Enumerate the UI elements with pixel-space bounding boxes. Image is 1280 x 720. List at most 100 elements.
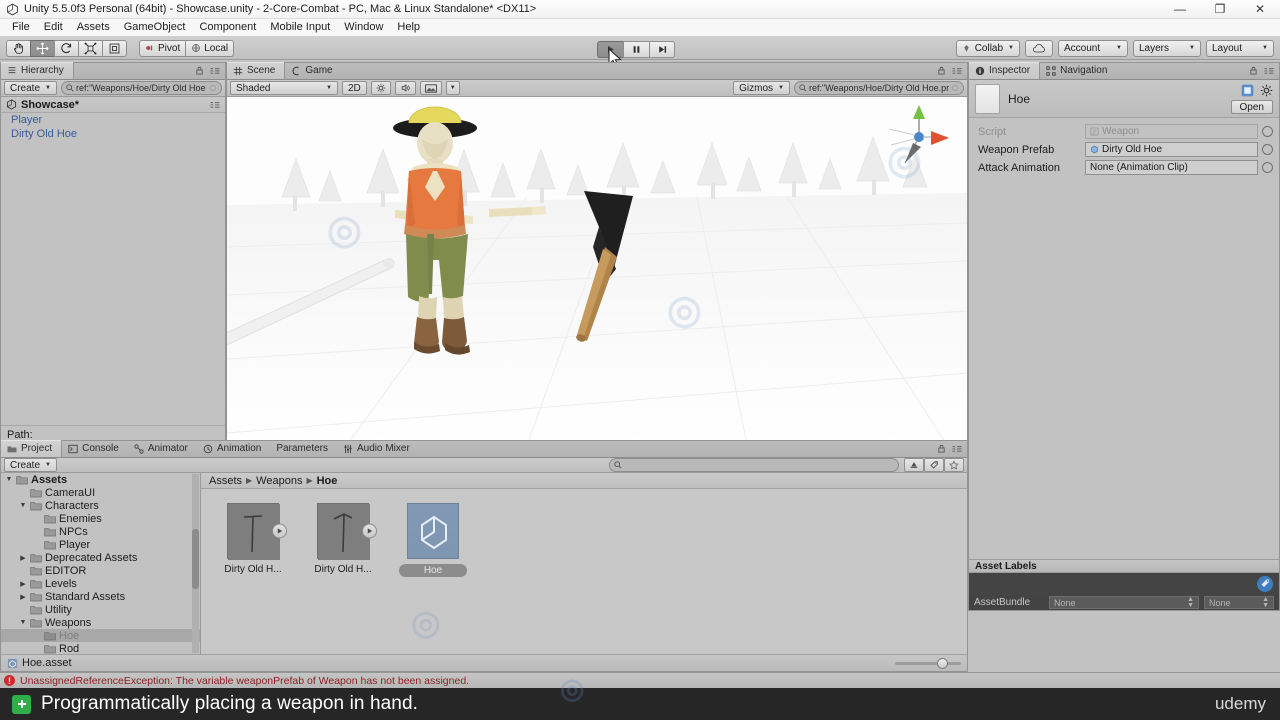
menu-mobile-input[interactable]: Mobile Input [263,19,337,36]
chevron-down-icon[interactable]: ▼ [5,476,13,483]
tab-audio-mixer[interactable]: Audio Mixer [337,440,419,457]
scene-menu-icon[interactable] [209,100,221,109]
2d-toggle-button[interactable]: 2D [342,81,367,95]
menu-gameobject[interactable]: GameObject [117,19,193,36]
scene-orientation-gizmo[interactable] [887,105,951,169]
rotate-tool-button[interactable] [54,39,78,57]
favorites-button[interactable] [944,458,964,472]
tree-row[interactable]: Hoe [1,629,200,642]
layout-button[interactable]: Layout ▼ [1206,39,1274,57]
assetbundle-dropdown[interactable]: None ▲ ▼ [1049,596,1199,609]
pause-button[interactable] [623,41,649,58]
asset-thumb-hoe[interactable] [407,503,459,559]
asset-item-dirty-old-hoe-model-2[interactable]: Dirty Old H... [309,503,377,577]
scene-clear-search-icon[interactable] [951,84,959,92]
asset-item-dirty-old-hoe-model-1[interactable]: Dirty Old H... [219,503,287,577]
panel-menu-icon[interactable] [209,66,221,75]
hierarchy-scene-row[interactable]: Showcase* [1,97,225,113]
status-bar[interactable]: ! UnassignedReferenceException: The vari… [0,672,1280,688]
breadcrumb-assets[interactable]: Assets [209,475,242,487]
filter-by-label-button[interactable] [924,458,944,472]
chevron-right-icon[interactable]: ▶ [19,593,27,601]
tree-row[interactable]: ▼ Weapons [1,616,200,629]
menu-file[interactable]: File [5,19,37,36]
preview-play-badge-2[interactable] [362,523,377,539]
hierarchy-create-button[interactable]: Create ▼ [4,81,57,95]
attack-animation-select-icon[interactable] [1262,162,1273,173]
inspector-lock-icon[interactable] [1249,66,1258,75]
scene-menu-icon[interactable] [951,66,963,75]
tree-row[interactable]: ▶ Levels [1,577,200,590]
draw-mode-dropdown[interactable]: Shaded ▼ [230,81,338,95]
preset-icon[interactable] [1241,84,1254,97]
filter-by-type-button[interactable] [904,458,924,472]
chevron-down-icon[interactable]: ▼ [19,502,27,509]
tab-project[interactable]: Project [1,440,63,457]
layers-button[interactable]: Layers ▼ [1133,39,1201,57]
scene-viewport[interactable]: ◎ ◎ ◎ [227,97,967,443]
lighting-toggle-button[interactable] [370,81,391,95]
menu-edit[interactable]: Edit [37,19,70,36]
tag-icon[interactable] [1257,576,1273,592]
project-menu-icon[interactable] [951,444,963,453]
tree-row[interactable]: Enemies [1,512,200,525]
tab-console[interactable]: Console [62,440,128,457]
minimize-button[interactable]: — [1160,0,1200,18]
project-create-button[interactable]: Create ▼ [4,458,57,472]
hand-tool-button[interactable] [6,39,30,57]
rect-tool-button[interactable] [102,39,127,57]
tree-row[interactable]: Rod [1,642,200,654]
tree-row[interactable]: NPCs [1,525,200,538]
tab-hierarchy[interactable]: Hierarchy [1,62,74,79]
local-toggle-button[interactable]: Local [185,39,235,57]
pivot-toggle-button[interactable]: Pivot [139,39,186,57]
tab-animator[interactable]: Animator [128,440,197,457]
scale-tool-button[interactable] [78,39,102,57]
tree-row[interactable]: EDITOR [1,564,200,577]
tree-scrollbar[interactable] [192,474,199,653]
asset-item-hoe[interactable]: Hoe [399,503,467,577]
weapon-prefab-select-icon[interactable] [1262,144,1273,155]
lock-icon[interactable] [195,66,204,75]
tab-inspector[interactable]: Inspector [969,62,1041,79]
menu-assets[interactable]: Assets [70,19,117,36]
scene-search-input[interactable]: ref:"Weapons/Hoe/Dirty Old Hoe.pr [794,81,964,95]
audio-toggle-button[interactable] [394,81,416,95]
clear-search-icon[interactable] [209,84,217,92]
scene-lock-icon[interactable] [937,66,946,75]
asset-labels-box[interactable] [969,573,1279,595]
tree-row[interactable]: Player [1,538,200,551]
inspector-menu-icon[interactable] [1263,66,1275,75]
breadcrumb-hoe[interactable]: Hoe [317,475,338,487]
script-field[interactable]: Weapon [1085,124,1258,139]
menu-window[interactable]: Window [337,19,390,36]
tree-row[interactable]: ▼ Assets [1,473,200,486]
weapon-prefab-field[interactable]: Dirty Old Hoe [1085,142,1258,157]
tree-row[interactable]: CameraUI [1,486,200,499]
hierarchy-item-player[interactable]: Player [1,113,225,127]
project-search-input[interactable] [609,458,899,472]
collab-button[interactable]: Collab ▼ [955,39,1020,57]
tab-animation[interactable]: Animation [197,440,270,457]
fx-dropdown-button[interactable]: ▼ [445,81,460,95]
close-button[interactable]: ✕ [1240,0,1280,18]
step-button[interactable] [649,41,675,58]
gizmos-dropdown[interactable]: Gizmos ▼ [733,81,790,95]
tree-row[interactable]: ▶ Deprecated Assets [1,551,200,564]
assetbundle-variant-dropdown[interactable]: None ▲ ▼ [1204,596,1274,609]
project-lock-icon[interactable] [937,444,946,453]
tab-game[interactable]: Game [285,62,341,79]
move-tool-button[interactable] [30,39,54,57]
fx-toggle-button[interactable] [419,81,442,95]
account-button[interactable]: Account ▼ [1058,39,1128,57]
menu-help[interactable]: Help [390,19,427,36]
tree-row[interactable]: ▼ Characters [1,499,200,512]
tab-navigation[interactable]: Navigation [1040,62,1116,79]
maximize-button[interactable]: ❐ [1200,0,1240,18]
asset-thumb-model-1[interactable] [227,503,287,560]
tab-scene[interactable]: Scene [227,62,286,79]
menu-component[interactable]: Component [192,19,263,36]
cloud-button[interactable] [1025,39,1053,57]
asset-zoom-slider[interactable] [895,657,961,669]
tree-scrollbar-thumb[interactable] [192,529,199,589]
